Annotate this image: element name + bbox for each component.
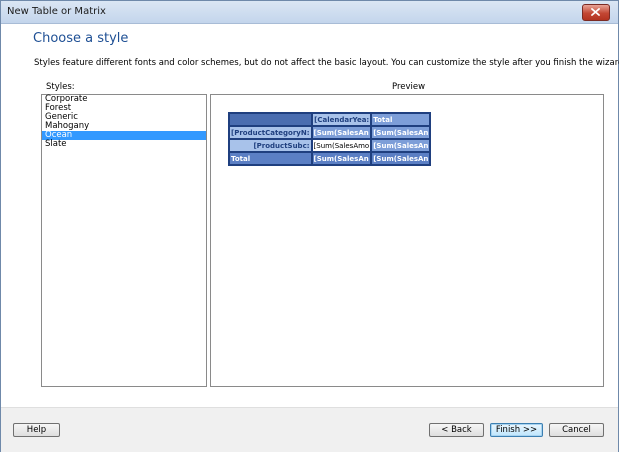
preview-label: Preview: [392, 82, 426, 92]
finish-button[interactable]: Finish >>: [490, 423, 543, 437]
close-button[interactable]: [582, 4, 610, 21]
style-item-ocean[interactable]: Ocean: [42, 131, 206, 140]
title-bar[interactable]: New Table or Matrix: [1, 1, 618, 24]
matrix-column-group-header: [CalendarYea:: [311, 113, 372, 126]
matrix-data-cell: [Sum(SalesAmo: [311, 139, 372, 152]
window-title: New Table or Matrix: [7, 6, 106, 17]
styles-listbox[interactable]: Corporate Forest Generic Mahogany Ocean …: [41, 94, 207, 387]
dialog-window: New Table or Matrix Choose a style Style…: [0, 0, 619, 452]
preview-matrix: [CalendarYea: Total [ProductCategoryN: […: [228, 112, 432, 166]
cancel-button[interactable]: Cancel: [549, 423, 604, 437]
button-bar: Help < Back Finish >> Cancel: [1, 407, 618, 452]
matrix-column-total-header: Total: [371, 113, 431, 126]
matrix-grand-total-corner-cell: [Sum(SalesAn: [371, 152, 431, 165]
matrix-row-group-header: [ProductCategoryN:: [229, 126, 312, 139]
matrix-subtotal-cell: [Sum(SalesAn: [311, 126, 372, 139]
wizard-content: Choose a style Styles feature different …: [1, 24, 619, 407]
matrix-data-total-cell: [Sum(SalesAn: [371, 139, 431, 152]
matrix-row-subgroup-header: [ProductSubc:: [229, 139, 312, 152]
matrix-grand-total-cell: [Sum(SalesAn: [311, 152, 372, 165]
matrix-subtotal-total-cell: [Sum(SalesAn: [371, 126, 431, 139]
back-button[interactable]: < Back: [429, 423, 484, 437]
preview-pane: [CalendarYea: Total [ProductCategoryN: […: [210, 94, 604, 387]
page-heading: Choose a style: [33, 31, 129, 46]
styles-label: Styles:: [46, 82, 75, 92]
matrix-corner-cell: [229, 113, 312, 126]
help-button[interactable]: Help: [13, 423, 60, 437]
close-icon: [591, 8, 600, 16]
page-description: Styles feature different fonts and color…: [34, 58, 619, 68]
style-item-slate[interactable]: Slate: [42, 140, 206, 149]
matrix-row-total-header: Total: [229, 152, 312, 165]
